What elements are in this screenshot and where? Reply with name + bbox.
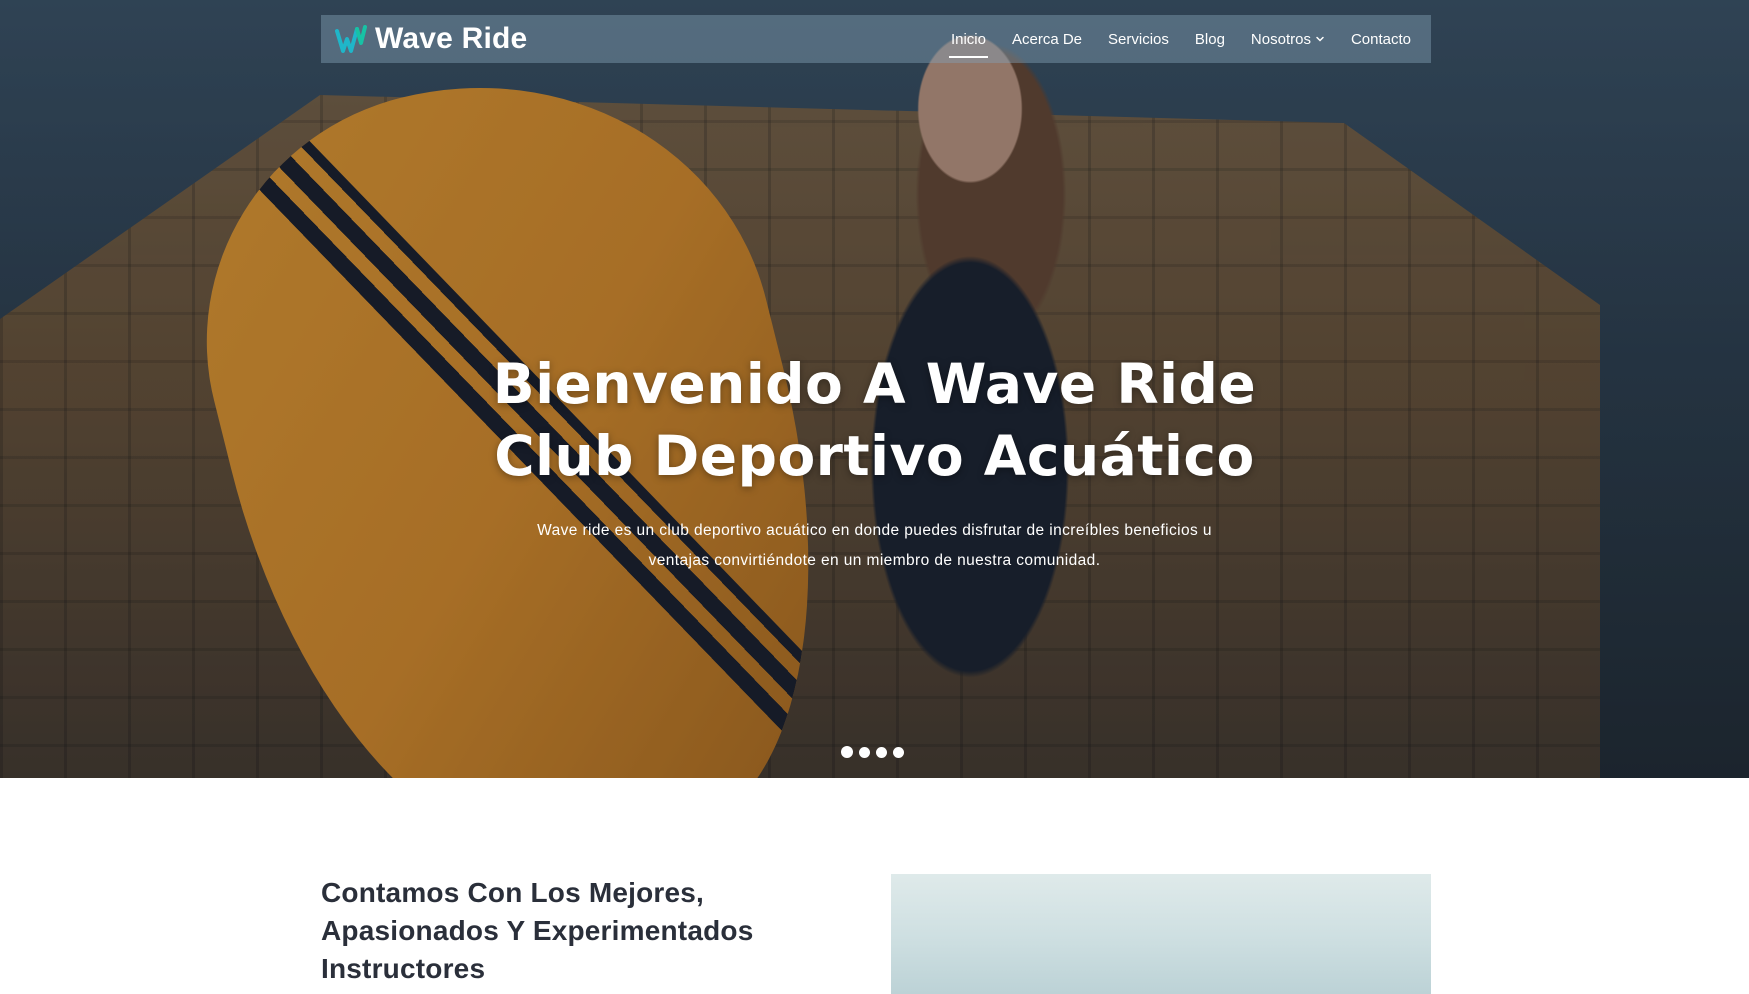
nav-item-servicios[interactable]: Servicios [1106,27,1171,52]
hero-title: Bienvenido A Wave Ride Club Deportivo Ac… [0,348,1749,492]
hero-description-line1: Wave ride es un club deportivo acuático … [537,522,1212,539]
nav-item-inicio[interactable]: Inicio [948,27,989,58]
slider-dot-1[interactable] [841,746,853,758]
wave-w-logo-icon [335,25,367,53]
hero-title-line2: Club Deportivo Acuático [494,424,1255,488]
brand-name: Wave Ride [375,22,528,55]
slider-dot-4[interactable] [893,746,904,758]
brand-link[interactable]: Wave Ride [335,22,527,56]
nav-item-acerca-de[interactable]: Acerca De [1010,27,1084,52]
hero-title-line1: Bienvenido A Wave Ride [492,352,1257,416]
instructors-image [891,874,1431,994]
hero-content: Bienvenido A Wave Ride Club Deportivo Ac… [0,348,1749,576]
instructors-section: Contamos Con Los Mejores, Apasionados Y … [0,778,1749,994]
nav-item-nosotros[interactable]: Nosotros [1249,27,1327,52]
slider-dot-2[interactable] [859,746,870,758]
hero-description-line2: ventajas convirtiéndote en un miembro de… [648,552,1101,569]
nav-item-nosotros-label: Nosotros [1250,30,1311,48]
navbar: Wave Ride Inicio Acerca De Servicios Blo… [321,15,1431,63]
nav-item-contacto[interactable]: Contacto [1349,27,1413,52]
chevron-down-icon [1316,36,1324,42]
hero-description: Wave ride es un club deportivo acuático … [495,516,1255,576]
instructors-heading: Contamos Con Los Mejores, Apasionados Y … [321,877,754,984]
nav-menu: Inicio Acerca De Servicios Blog Nosotros… [948,27,1413,58]
slider-dot-3[interactable] [876,746,887,758]
slider-pagination [841,746,904,758]
hero-slider: Wave Ride Inicio Acerca De Servicios Blo… [0,0,1749,778]
nav-item-blog[interactable]: Blog [1193,27,1227,52]
